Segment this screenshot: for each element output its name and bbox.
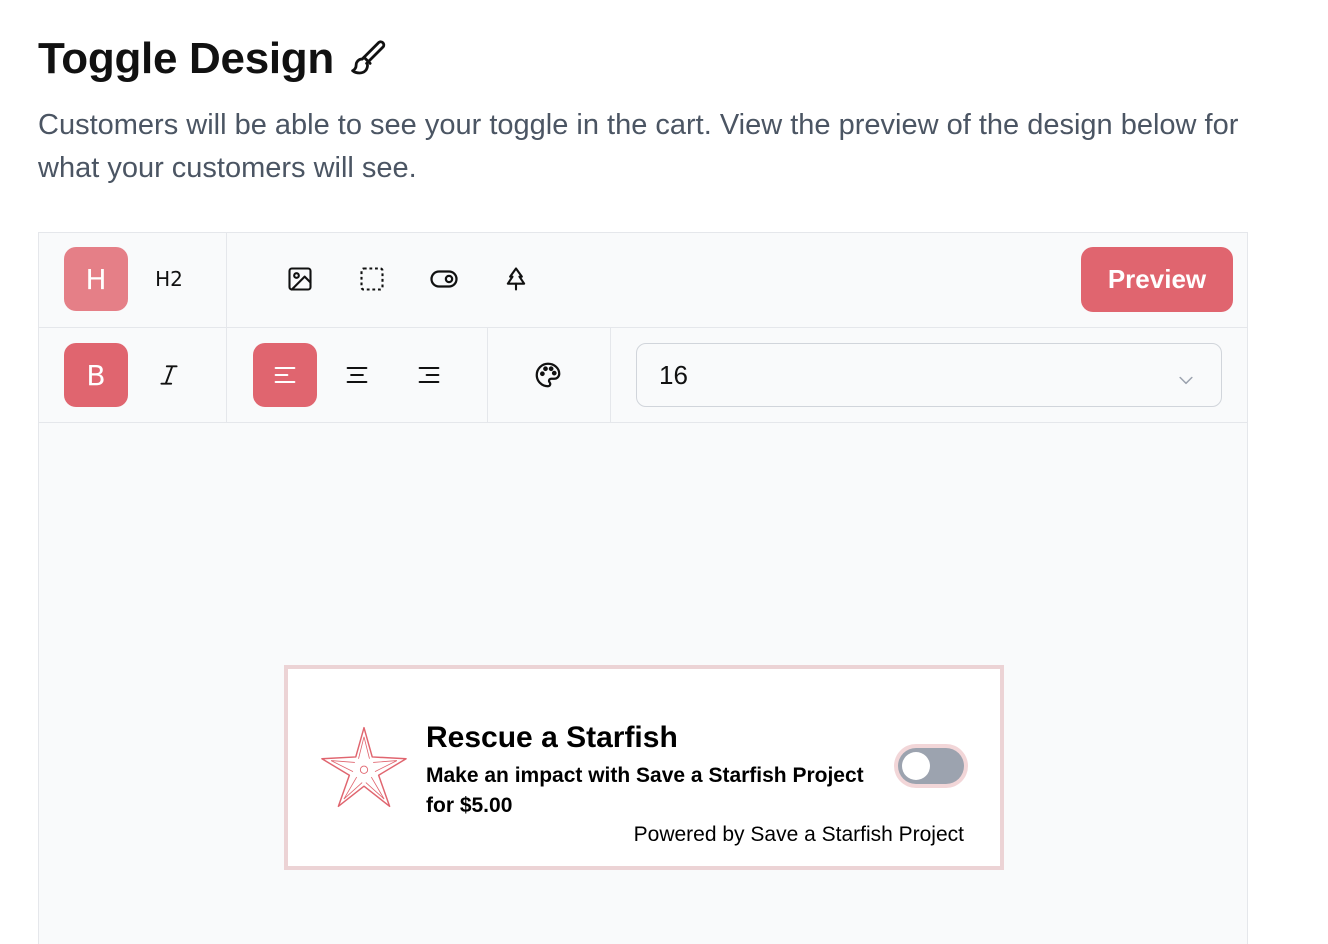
- toolbar-divider: [610, 328, 611, 422]
- border-button[interactable]: [340, 247, 404, 311]
- font-size-value: 16: [659, 359, 688, 390]
- donation-toggle[interactable]: [894, 744, 968, 788]
- toolbar-row-top: H H2 Preview: [39, 233, 1247, 328]
- chevron-down-icon: [1175, 366, 1197, 397]
- italic-button[interactable]: [137, 343, 201, 407]
- palette-icon: [533, 360, 563, 390]
- toolbar-divider: [487, 328, 488, 422]
- page-title: Toggle Design: [38, 34, 334, 83]
- toggle-preview-widget: Rescue a Starfish Make an impact with Sa…: [284, 665, 1004, 870]
- tree-icon: [502, 265, 530, 293]
- align-right-icon: [415, 361, 443, 389]
- font-size-select[interactable]: 16: [636, 343, 1222, 407]
- color-button[interactable]: [516, 343, 580, 407]
- toggle-style-button[interactable]: [412, 247, 476, 311]
- tree-button[interactable]: [484, 247, 548, 311]
- align-left-button[interactable]: [253, 343, 317, 407]
- align-center-icon: [343, 361, 371, 389]
- align-right-button[interactable]: [397, 343, 461, 407]
- border-icon: [358, 265, 386, 293]
- paintbrush-icon: [350, 38, 392, 80]
- image-button[interactable]: [268, 247, 332, 311]
- heading2-label: H2: [155, 267, 183, 291]
- align-center-button[interactable]: [325, 343, 389, 407]
- heading-label: H: [85, 262, 107, 296]
- image-icon: [286, 265, 314, 293]
- widget-subtitle: Make an impact with Save a Starfish Proj…: [426, 764, 864, 817]
- heading2-button[interactable]: H2: [137, 247, 201, 311]
- toolbar-row-bottom: B 16: [39, 328, 1247, 423]
- align-left-icon: [271, 361, 299, 389]
- heading-button[interactable]: H: [64, 247, 128, 311]
- toggle-knob: [902, 752, 930, 780]
- page-description: Customers will be able to see your toggl…: [38, 109, 1239, 184]
- toggle-editor: H H2 Preview B 16 Rescue a Starfish Make…: [38, 232, 1248, 944]
- toolbar-divider: [226, 233, 227, 327]
- bold-label: B: [86, 358, 106, 392]
- page-header: Toggle Design: [38, 34, 392, 84]
- powered-by-text: Powered by Save a Starfish Project: [633, 823, 964, 846]
- toolbar-divider: [226, 328, 227, 422]
- toggle-icon: [429, 264, 459, 294]
- italic-icon: [156, 362, 182, 388]
- preview-button[interactable]: Preview: [1081, 247, 1233, 312]
- starfish-icon: [318, 724, 410, 815]
- bold-button[interactable]: B: [64, 343, 128, 407]
- toggle-track: [898, 748, 964, 784]
- widget-title: Rescue a Starfish: [426, 721, 678, 754]
